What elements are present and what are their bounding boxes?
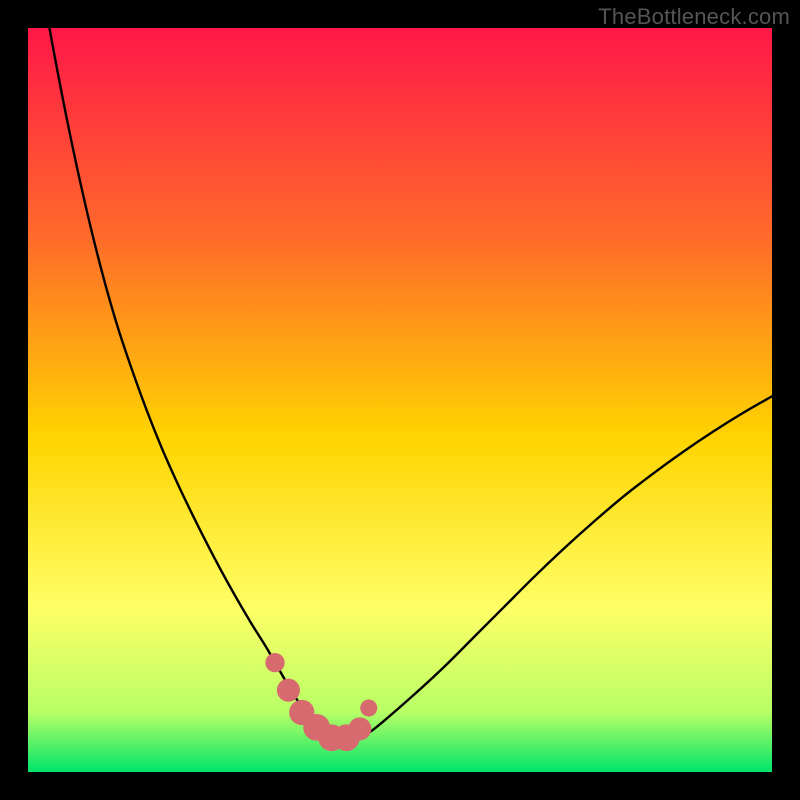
plot-area bbox=[28, 28, 772, 772]
chart-svg bbox=[28, 28, 772, 772]
watermark-text: TheBottleneck.com bbox=[598, 4, 790, 30]
gradient-background bbox=[28, 28, 772, 772]
chart-frame: TheBottleneck.com bbox=[0, 0, 800, 800]
marker-dot bbox=[348, 717, 371, 740]
marker-dot bbox=[277, 679, 300, 702]
marker-dot bbox=[360, 699, 377, 716]
marker-dot bbox=[265, 653, 284, 672]
